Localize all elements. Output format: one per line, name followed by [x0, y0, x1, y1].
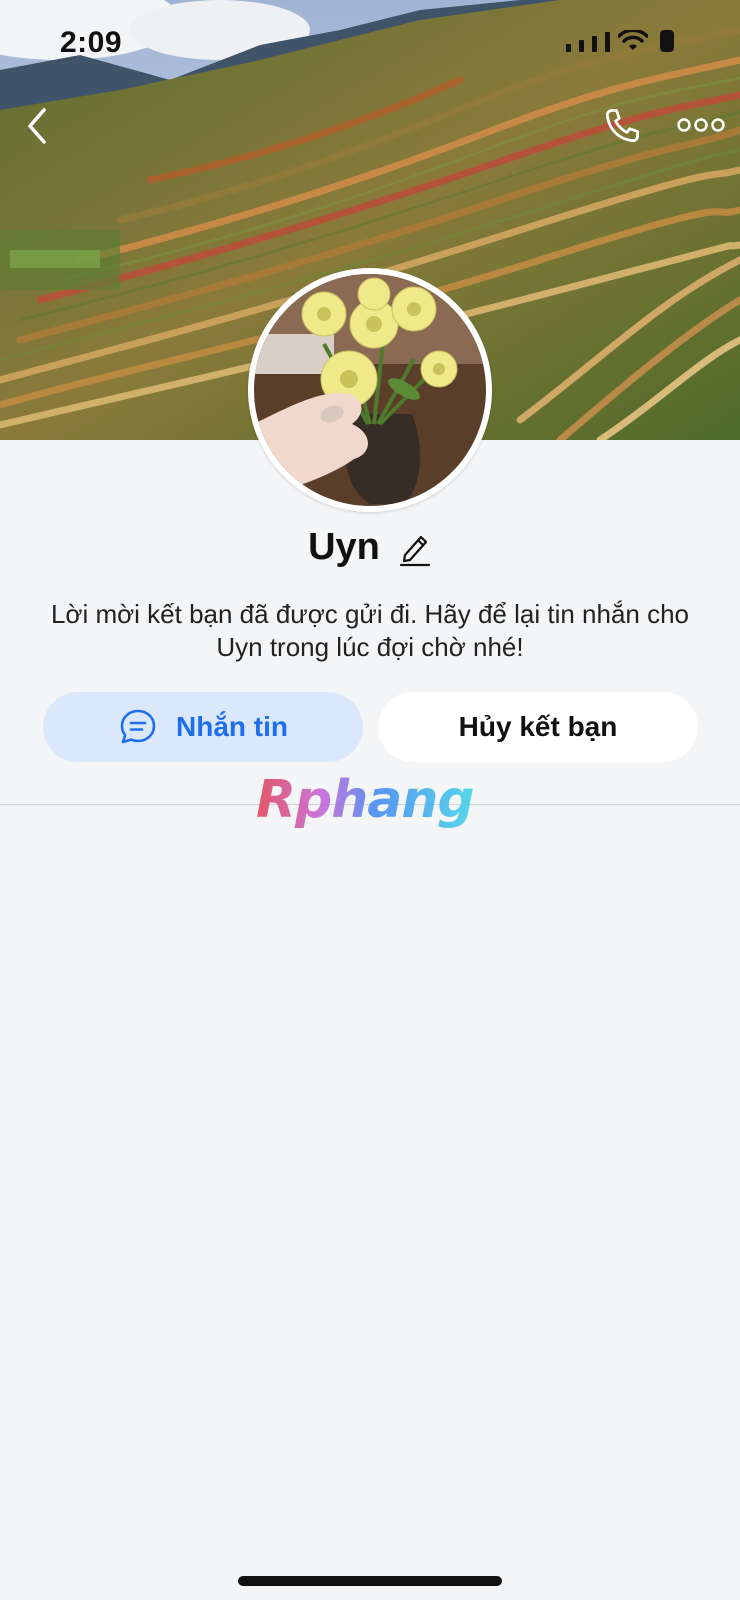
more-horizontal-icon: [677, 118, 725, 132]
back-button[interactable]: [20, 104, 54, 148]
status-icons: [566, 30, 674, 52]
battery-icon: [660, 30, 674, 52]
call-button[interactable]: [600, 104, 644, 148]
pencil-icon[interactable]: [398, 529, 432, 567]
chevron-left-icon: [28, 108, 46, 144]
cancel-button-label: Hủy kết bạn: [458, 711, 618, 742]
status-time: 2:09: [60, 26, 123, 59]
phone-icon: [605, 109, 639, 143]
chat-bubble-icon: [120, 709, 156, 744]
profile-name: Uyn: [308, 526, 380, 568]
avatar[interactable]: [248, 268, 492, 512]
wifi-icon: [618, 30, 648, 50]
more-button[interactable]: [676, 110, 726, 140]
watermark-logo: Rphang: [256, 770, 475, 830]
signal-icon: [566, 44, 571, 52]
message-button-label: Nhắn tin: [176, 711, 288, 742]
message-button[interactable]: Nhắn tin: [43, 692, 363, 762]
profile-name-row: Uyn: [0, 526, 740, 569]
friend-request-message: Lời mời kết bạn đã được gửi đi. Hãy để l…: [50, 599, 690, 662]
home-indicator[interactable]: [238, 1576, 502, 1586]
cancel-friend-request-button[interactable]: Hủy kết bạn: [378, 692, 698, 762]
